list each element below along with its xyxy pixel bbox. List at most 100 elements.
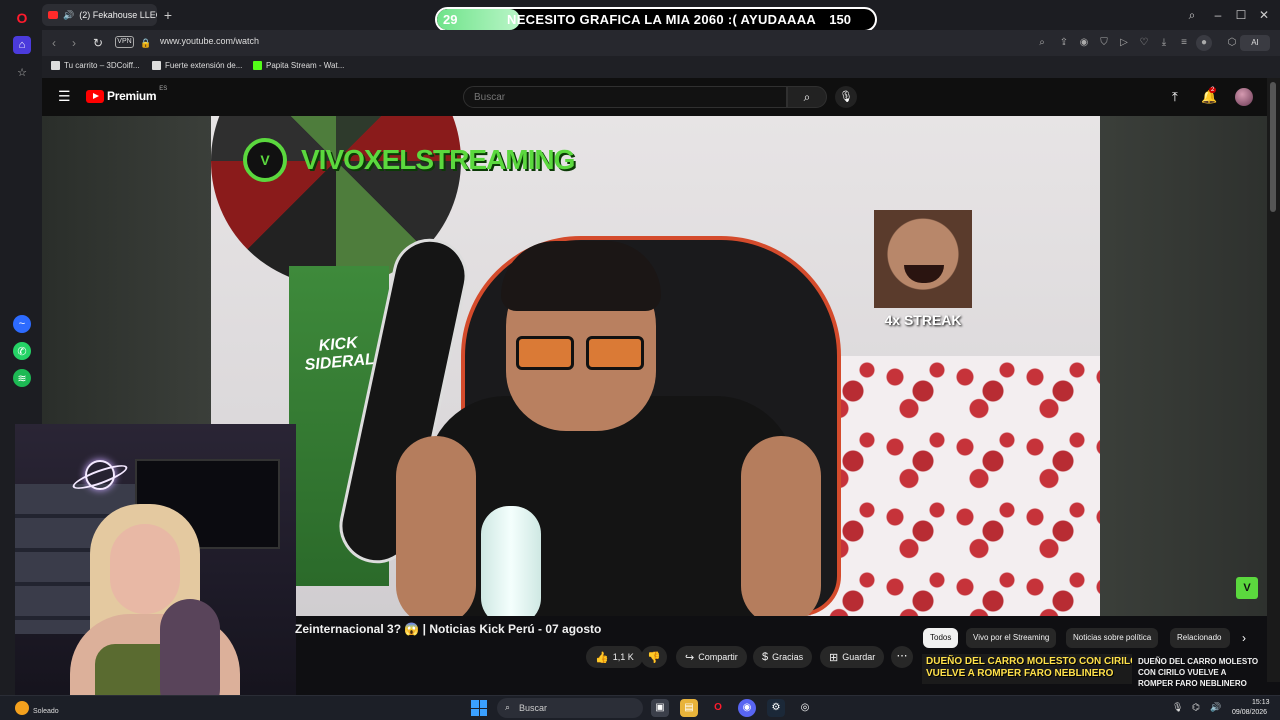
streamer-arm-left [396, 436, 476, 616]
opera-logo-icon[interactable]: O [13, 9, 31, 27]
clock-date[interactable]: 09/08/2026 [1232, 709, 1267, 716]
youtube-header: ☰ Premium ES ⌕ 🎙 ⤒ 🔔 2 [42, 78, 1267, 116]
youtube-logo[interactable]: Premium ES [86, 86, 167, 103]
shield-icon[interactable]: ⛉ [1096, 35, 1112, 51]
chip-all[interactable]: Todos [923, 628, 959, 648]
lock-icon[interactable]: 🔒 [138, 35, 154, 51]
start-button[interactable] [471, 700, 487, 716]
spotify-icon[interactable]: ≋ [13, 369, 31, 387]
maximize-button[interactable]: ☐ [1233, 7, 1249, 23]
save-button[interactable]: ⊞ Guardar [820, 646, 885, 668]
microphone-tray-icon[interactable]: 🎙 [1172, 702, 1183, 713]
youtube-favicon-icon [48, 11, 58, 19]
search-input[interactable] [463, 86, 787, 108]
bookmark-item[interactable]: Papita Stream - Wat... [253, 61, 344, 70]
steam-icon[interactable]: ⚙ [767, 699, 785, 717]
glasses-lens [586, 336, 644, 370]
tab-youtube[interactable]: 🔊 (2) Fekahouse LLEGA a [42, 4, 157, 26]
messenger-icon[interactable]: ~ [13, 315, 31, 333]
heart-icon[interactable]: ♡ [1136, 35, 1152, 51]
search-icon: ⌕ [803, 90, 811, 104]
page-scrollbar[interactable] [1267, 78, 1280, 682]
youtube-brand: Premium [107, 89, 157, 103]
search-tabs-icon[interactable]: ⌕ [1184, 7, 1200, 23]
address-bar-row: ‹ › ↻ VPN 🔒 www.youtube.com/watch ⌕ ⇪ ◉ … [42, 30, 1280, 56]
kick-favicon-icon [253, 61, 262, 70]
streamer-hair [501, 241, 661, 311]
share-button[interactable]: ↪ Compartir [676, 646, 747, 668]
weather-label[interactable]: Soleado [33, 708, 59, 715]
chip-related[interactable]: Relacionado [1170, 628, 1230, 648]
close-window-button[interactable]: ✕ [1256, 7, 1272, 23]
thumbs-down-icon: 👎 [647, 651, 661, 664]
search-icon: ⌕ [505, 702, 511, 712]
bookmark-favicon-icon [152, 61, 161, 70]
chip-noticias-politica[interactable]: Noticias sobre política [1066, 628, 1159, 648]
new-tab-button[interactable]: + [160, 7, 176, 23]
task-view-icon[interactable]: ▣ [651, 699, 669, 717]
scrollbar-thumb[interactable] [1270, 82, 1276, 212]
extensions-icon[interactable]: ⬡ [1224, 35, 1240, 51]
snapshot-icon[interactable]: ◉ [1076, 35, 1092, 51]
obs-icon[interactable]: ◎ [796, 699, 814, 717]
volume-icon[interactable]: 🔊 [1210, 702, 1221, 713]
zoom-icon[interactable]: ⌕ [1034, 35, 1050, 51]
bookmark-item[interactable]: Fuerte extensión de... [152, 61, 242, 70]
bookmark-label: Fuerte extensión de... [165, 61, 243, 70]
star-icon[interactable]: ☆ [13, 63, 31, 81]
player-icon[interactable]: ▷ [1116, 35, 1132, 51]
whatsapp-icon[interactable]: ✆ [13, 342, 31, 360]
goal-target: 150 [829, 12, 851, 27]
channel-logo-icon: V [243, 138, 287, 182]
chevron-right-icon[interactable]: › [1236, 630, 1252, 646]
opera-icon[interactable]: O [709, 699, 727, 717]
search-button[interactable]: ⌕ [787, 86, 827, 108]
share-label: Compartir [698, 652, 738, 662]
network-icon[interactable]: ⌬ [1192, 702, 1200, 713]
thanks-button[interactable]: $ Gracias [753, 646, 813, 668]
vpn-badge[interactable]: VPN [115, 36, 134, 48]
aria-ai-button[interactable]: AI [1240, 35, 1270, 51]
home-icon[interactable]: ⌂ [13, 36, 31, 54]
youtube-play-icon [86, 89, 104, 103]
share-page-icon[interactable]: ⇪ [1056, 35, 1072, 51]
download-icon[interactable]: ⤓ [1156, 35, 1172, 51]
video-player[interactable]: KICK SIDERAL V VIVOXELSTREAMING 4x STREA… [211, 116, 1100, 616]
taskbar-search[interactable]: Buscar [497, 698, 643, 718]
more-actions-button[interactable]: ⋯ [891, 646, 913, 668]
meme-mouth [904, 265, 944, 283]
thumbnail-caption: DUEÑO DEL CARRO MOLESTO CON CIRILO VUELV… [926, 656, 1132, 680]
like-button[interactable]: 👍 1,1 K [586, 646, 643, 668]
tattooed-arm [160, 599, 220, 708]
related-video-title[interactable]: DUEÑO DEL CARRO MOLESTO CON CIRILO VUELV… [1138, 656, 1263, 689]
file-explorer-icon[interactable]: ▤ [680, 699, 698, 717]
thumbnail-line: DUEÑO DEL CARRO MOLESTO CON CIRILO [926, 656, 1132, 667]
related-video-thumbnail[interactable]: DUEÑO DEL CARRO MOLESTO CON CIRILO VUELV… [922, 654, 1132, 684]
profile-icon[interactable]: ● [1196, 35, 1212, 51]
video-title: Zeinternacional 3? 😱 | Noticias Kick Per… [295, 622, 602, 636]
url-field[interactable]: www.youtube.com/watch [160, 36, 259, 46]
reload-button[interactable]: ↻ [90, 35, 106, 51]
menu-icon[interactable]: ☰ [58, 89, 72, 103]
forward-button[interactable]: › [66, 35, 82, 51]
streak-text: 4x STREAK [884, 312, 962, 328]
discord-icon[interactable]: ◉ [738, 699, 756, 717]
channel-overlay-name: VIVOXELSTREAMING [301, 144, 575, 175]
minimize-button[interactable]: – [1210, 7, 1226, 23]
easy-setup-icon[interactable]: ≡ [1176, 35, 1192, 51]
back-button[interactable]: ‹ [46, 35, 62, 51]
avatar[interactable] [1235, 88, 1253, 106]
channel-watermark-icon[interactable]: V [1236, 577, 1258, 599]
share-icon: ↪ [685, 651, 695, 664]
goal-text: NECESITO GRAFICA LA MIA 2060 :( AYUDAAAA [507, 12, 817, 27]
clock-time[interactable]: 15:13 [1252, 699, 1270, 706]
glasses-lens [516, 336, 574, 370]
bookmark-favicon-icon [51, 61, 60, 70]
voice-search-button[interactable]: 🎙 [835, 86, 857, 108]
streamer-face [110, 524, 180, 614]
upload-icon[interactable]: ⤒ [1172, 89, 1178, 105]
chip-vivo-streaming[interactable]: Vivo por el Streaming [966, 628, 1057, 648]
bookmark-item[interactable]: Tu carrito – 3DCoiff... [51, 61, 140, 70]
dislike-button[interactable]: 👎 [641, 646, 667, 668]
sun-icon[interactable] [15, 701, 29, 715]
